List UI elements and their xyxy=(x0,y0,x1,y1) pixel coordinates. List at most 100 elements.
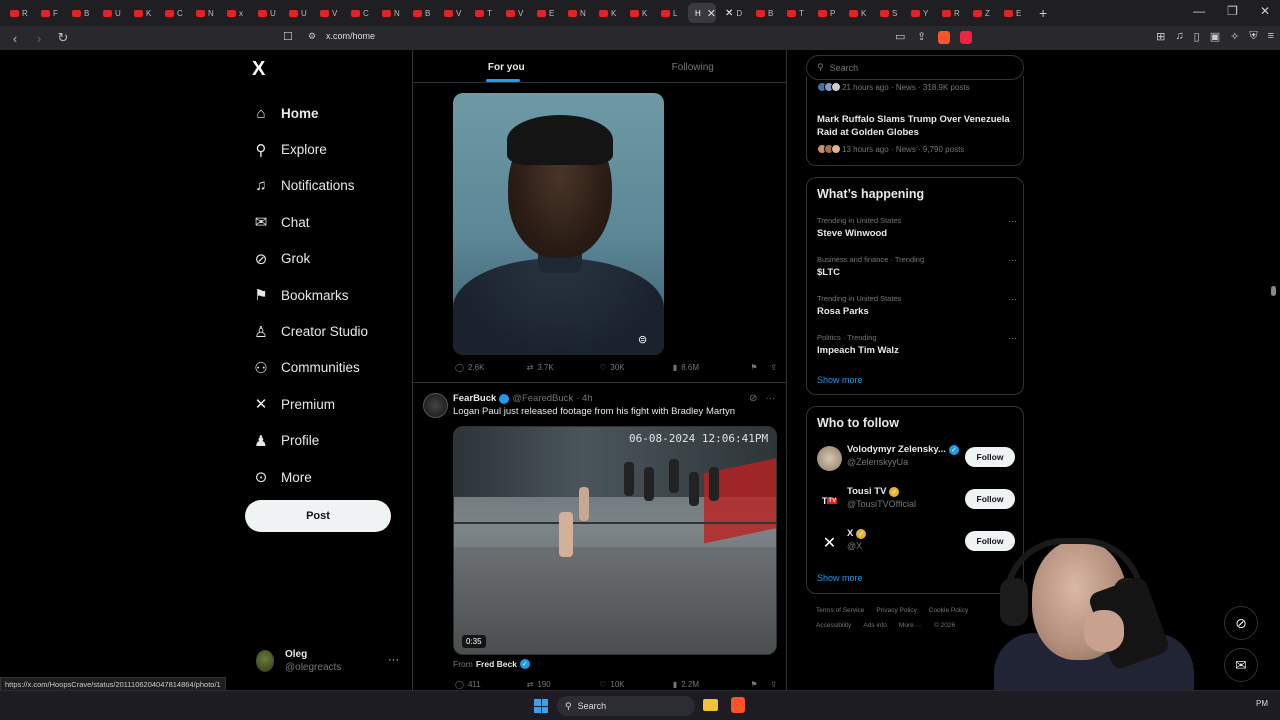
ai-icon[interactable]: ✧ xyxy=(1230,30,1239,43)
like-button[interactable]: ♡ 10K xyxy=(599,680,673,689)
brave-shields-icon[interactable] xyxy=(938,31,950,44)
browser-tab[interactable]: Z xyxy=(969,3,995,23)
browser-tab[interactable]: R xyxy=(938,3,964,23)
x-logo-icon[interactable]: X xyxy=(252,58,265,81)
repost-button[interactable]: ⇄ 190 xyxy=(527,680,600,689)
follow-suggestion[interactable]: ✕ X ✓ @X Follow xyxy=(817,528,1017,558)
nav-item-creator-studio[interactable]: ♙ Creator Studio xyxy=(252,313,368,349)
nav-item-communities[interactable]: ⚇ Communities xyxy=(252,350,368,386)
browser-tab[interactable]: ✕ D xyxy=(721,3,747,23)
show-more-link[interactable]: Show more xyxy=(817,375,863,385)
minimize-icon[interactable]: — xyxy=(1193,4,1205,18)
follow-button[interactable]: Follow xyxy=(965,447,1015,467)
browser-tab[interactable]: Y xyxy=(907,3,933,23)
browser-tab[interactable]: B xyxy=(409,3,435,23)
more-icon[interactable]: ··· xyxy=(1008,216,1017,226)
browser-tab[interactable]: T xyxy=(471,3,497,23)
browser-tab[interactable]: U xyxy=(99,3,125,23)
browser-tab[interactable]: L xyxy=(657,3,683,23)
nav-item-explore[interactable]: ⚲ Explore xyxy=(252,131,368,167)
browser-tab[interactable]: K xyxy=(626,3,652,23)
news-title[interactable]: Mark Ruffalo Slams Trump Over Venezuela … xyxy=(817,113,1017,139)
site-settings-icon[interactable]: ⚙ xyxy=(308,31,316,42)
nav-item-bookmarks[interactable]: ⚑ Bookmarks xyxy=(252,277,368,313)
more-icon[interactable]: ··· xyxy=(1008,333,1017,343)
browser-tab[interactable]: U xyxy=(254,3,280,23)
grok-icon[interactable]: ⊘ xyxy=(749,393,757,404)
taskbar-search[interactable]: ⚲ Search xyxy=(557,696,695,716)
messages-float-icon[interactable]: ✉ xyxy=(1224,648,1258,682)
nav-item-more[interactable]: ⊙ More xyxy=(252,459,368,495)
image-edit-icon[interactable]: ⊜ xyxy=(638,333,647,346)
share-button[interactable]: ⇪ xyxy=(770,680,777,689)
bookmark-button[interactable]: ⚑ xyxy=(750,680,770,689)
browser-tab[interactable]: T xyxy=(783,3,809,23)
page-scrollbar[interactable] xyxy=(1271,286,1276,296)
tweet-video[interactable]: 06-08-2024 12:06:41PM 0:35 xyxy=(453,426,777,655)
browser-tab[interactable]: K xyxy=(130,3,156,23)
file-explorer-icon[interactable] xyxy=(703,699,718,711)
footer-link[interactable]: Ads info xyxy=(863,622,887,629)
tweet-time[interactable]: · 4h xyxy=(576,393,592,404)
follow-suggestion[interactable]: T TV Tousi TV ✓ @TousiTVOfficial Follow xyxy=(817,486,1017,516)
views-button[interactable]: ▮ 8.6M xyxy=(673,363,751,372)
post-button[interactable]: Post xyxy=(245,500,391,532)
reply-button[interactable]: ◯ 2.6K xyxy=(455,363,527,372)
browser-tab[interactable]: N xyxy=(378,3,404,23)
tweet-image[interactable]: ⊜ xyxy=(453,93,664,355)
author-name[interactable]: FearBuck xyxy=(453,393,496,404)
views-button[interactable]: ▮ 2.2M xyxy=(673,680,751,689)
url-field[interactable]: x.com/home xyxy=(326,31,375,41)
close-window-icon[interactable]: ✕ xyxy=(1260,4,1270,18)
wallet-icon[interactable]: ▣ xyxy=(1210,30,1220,43)
browser-tab[interactable]: S xyxy=(876,3,902,23)
share-icon[interactable]: ⇪ xyxy=(917,30,926,43)
author-handle[interactable]: @FearedBuck xyxy=(512,393,573,404)
news-item-meta[interactable]: 21 hours ago · News · 318.9K posts xyxy=(817,82,970,92)
reply-button[interactable]: ◯ 411 xyxy=(455,680,527,689)
account-switcher[interactable]: Oleg @olegreacts xyxy=(256,648,341,674)
tab-for-you[interactable]: For you xyxy=(413,50,600,82)
bookmark-page-icon[interactable]: ☐ xyxy=(283,30,293,43)
nav-item-grok[interactable]: ⊘ Grok xyxy=(252,241,368,277)
tweet[interactable]: FearBuck ✓ @FearedBuck · 4h ⊘ ··· Logan … xyxy=(413,382,786,689)
browser-tab[interactable]: B xyxy=(68,3,94,23)
forward-icon[interactable]: › xyxy=(30,31,48,46)
trend-item[interactable]: Trending in United States Rosa Parks ··· xyxy=(817,294,1017,317)
reload-icon[interactable]: ↻ xyxy=(54,30,72,46)
browser-tab[interactable]: V xyxy=(440,3,466,23)
browser-tab[interactable]: N xyxy=(564,3,590,23)
browser-tab[interactable]: R xyxy=(6,3,32,23)
trend-item[interactable]: Politics · Trending Impeach Tim Walz ··· xyxy=(817,333,1017,356)
nav-item-home[interactable]: ⌂ Home xyxy=(252,95,368,131)
new-tab-icon[interactable]: + xyxy=(1039,5,1047,21)
translate-icon[interactable]: ⊞ xyxy=(1156,30,1165,43)
media-icon[interactable]: ♫ xyxy=(1175,30,1183,43)
brave-browser-icon[interactable] xyxy=(731,697,745,713)
footer-link[interactable]: More ··· xyxy=(899,622,922,629)
footer-link[interactable]: Terms of Service xyxy=(816,607,864,614)
follow-suggestion[interactable]: Volodymyr Zelensky... ✓ @ZelenskyyUa Foll… xyxy=(817,444,1017,474)
brave-rewards-icon[interactable] xyxy=(960,31,972,44)
avatar[interactable] xyxy=(423,393,448,418)
footer-link[interactable]: Accessibility xyxy=(816,622,851,629)
menu-icon[interactable]: ≡ xyxy=(1268,30,1274,43)
nav-item-notifications[interactable]: ♫ Notifications xyxy=(252,168,368,204)
browser-tab[interactable]: E xyxy=(1000,3,1026,23)
tab-close-icon[interactable]: ✕ xyxy=(707,7,716,20)
browser-tab[interactable]: C xyxy=(161,3,187,23)
trend-item[interactable]: Business and finance · Trending $LTC ··· xyxy=(817,255,1017,278)
browser-tab[interactable]: V xyxy=(502,3,528,23)
like-button[interactable]: ♡ 30K xyxy=(599,363,673,372)
vpn-icon[interactable]: ⛨ xyxy=(1249,30,1257,43)
more-icon[interactable]: ··· xyxy=(765,393,775,404)
windows-start-icon[interactable] xyxy=(534,699,548,713)
sidebar-icon[interactable]: ▯ xyxy=(1194,30,1200,43)
grok-float-icon[interactable]: ⊘ xyxy=(1224,606,1258,640)
browser-tab[interactable]: C xyxy=(347,3,373,23)
browser-tab[interactable]: V xyxy=(316,3,342,23)
show-more-link[interactable]: Show more xyxy=(817,573,863,583)
system-tray-clock[interactable]: PM xyxy=(1256,699,1268,708)
more-icon[interactable]: ··· xyxy=(1008,255,1017,265)
maximize-icon[interactable]: ❐ xyxy=(1227,4,1238,18)
